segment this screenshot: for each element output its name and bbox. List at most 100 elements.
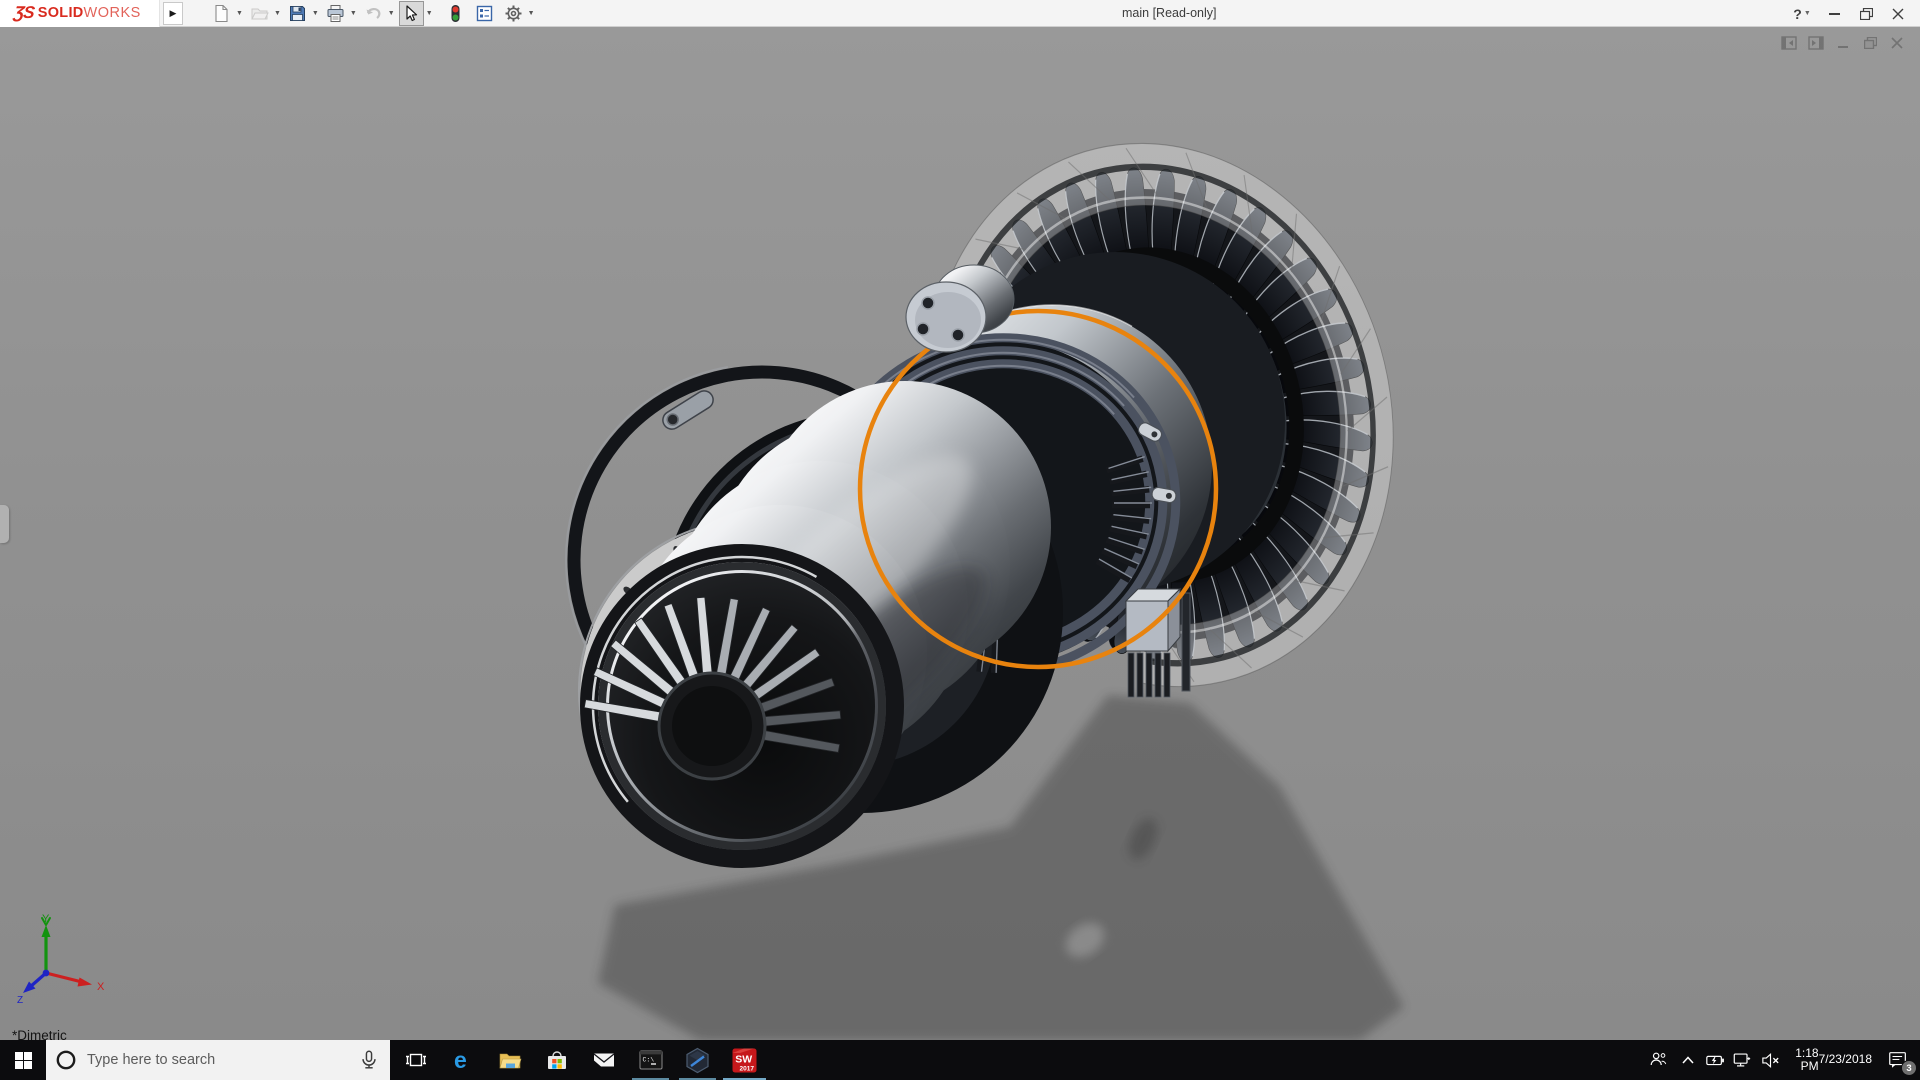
taskbar-apps: e	[392, 1040, 768, 1080]
network-icon	[1732, 1050, 1752, 1070]
edge-browser-icon: e	[450, 1047, 476, 1073]
search-input[interactable]: Type here to search	[46, 1040, 390, 1080]
file-explorer-icon	[497, 1047, 523, 1073]
print-button[interactable]	[323, 1, 348, 26]
mail-envelope-icon	[591, 1047, 617, 1073]
child-minimize-button[interactable]	[1834, 35, 1852, 51]
microsoft-store-icon	[544, 1047, 570, 1073]
battery-icon	[1705, 1050, 1725, 1070]
file-properties-button[interactable]	[472, 1, 497, 26]
task-view-icon	[404, 1048, 428, 1072]
restore-icon	[1860, 8, 1873, 20]
svg-text:C:\: C:\	[642, 1057, 654, 1064]
store-button[interactable]	[533, 1040, 580, 1080]
open-folder-icon	[250, 4, 269, 23]
command-prompt-icon: C:\	[638, 1047, 664, 1073]
network-button[interactable]	[1728, 1040, 1755, 1080]
model-3d-jet-engine[interactable]	[0, 27, 1920, 1040]
solidworks-app-button[interactable]: SW 2017	[721, 1040, 768, 1080]
open-button[interactable]	[247, 1, 272, 26]
pane-left-button[interactable]	[1780, 35, 1798, 51]
open-dropdown-caret[interactable]: ▼	[274, 10, 281, 17]
mail-button[interactable]	[580, 1040, 627, 1080]
chevron-up-icon	[1681, 1055, 1695, 1065]
window-controls: ? ▼	[1786, 0, 1914, 27]
svg-text:2017: 2017	[740, 1065, 755, 1072]
child-window-controls	[1780, 35, 1906, 51]
collapsed-panel-tab[interactable]	[0, 505, 9, 543]
minimize-icon	[1829, 13, 1840, 15]
show-hidden-icons-button[interactable]	[1675, 1040, 1701, 1080]
start-button[interactable]	[0, 1040, 46, 1080]
system-tray: 1:18 PM 7/23/2018 3	[1641, 1040, 1920, 1080]
solidworks-logo: ƷS SOLID WORKS	[0, 0, 160, 27]
select-cursor-icon	[402, 4, 421, 23]
search-placeholder: Type here to search	[87, 1052, 215, 1068]
svg-text:e: e	[454, 1047, 467, 1073]
clock[interactable]: 1:18 PM 7/23/2018	[1786, 1040, 1876, 1080]
new-document-button[interactable]	[209, 1, 234, 26]
help-button[interactable]: ? ▼	[1786, 0, 1818, 27]
minimize-button[interactable]	[1818, 0, 1850, 27]
close-icon	[1892, 8, 1904, 20]
people-icon	[1648, 1050, 1668, 1070]
people-button[interactable]	[1641, 1040, 1675, 1080]
volume-muted-icon	[1760, 1050, 1781, 1071]
rebuild-button[interactable]	[443, 1, 468, 26]
new-document-icon	[212, 4, 231, 23]
save-button[interactable]	[285, 1, 310, 26]
select-tool-button[interactable]	[399, 1, 424, 26]
options-button[interactable]	[501, 1, 526, 26]
print-dropdown-caret[interactable]: ▼	[350, 10, 357, 17]
windows-taskbar: Type here to search e	[0, 1040, 1920, 1080]
options-dropdown-caret[interactable]: ▼	[528, 10, 535, 17]
composer-app-button[interactable]	[674, 1040, 721, 1080]
undo-button[interactable]	[361, 1, 386, 26]
new-dropdown-caret[interactable]: ▼	[236, 10, 243, 17]
pane-right-button[interactable]	[1807, 35, 1825, 51]
undo-arrow-icon	[364, 4, 383, 23]
child-restore-button[interactable]	[1861, 35, 1879, 51]
close-icon	[1891, 37, 1903, 49]
flyout-arrow-icon: ▶	[170, 8, 177, 19]
select-dropdown-caret[interactable]: ▼	[426, 10, 433, 17]
file-explorer-button[interactable]	[486, 1040, 533, 1080]
reference-triad: Y X Z	[16, 913, 112, 1010]
close-button[interactable]	[1882, 0, 1914, 27]
clock-date: 7/23/2018	[1819, 1053, 1872, 1067]
undo-dropdown-caret[interactable]: ▼	[388, 10, 395, 17]
restore-button[interactable]	[1850, 0, 1882, 27]
brand-mark: ƷS	[13, 3, 36, 23]
axis-y-label: Y	[42, 913, 50, 925]
hexagon-app-icon	[684, 1047, 711, 1074]
solidworks-desktop: { "window": { "brand": { "mark": "ƷS", "…	[0, 0, 1920, 1080]
graphics-area[interactable]: Y X Z *Dimetric	[0, 27, 1920, 1040]
solidworks-2017-icon: SW 2017	[731, 1047, 758, 1074]
action-center-button[interactable]: 3	[1876, 1040, 1920, 1080]
help-dropdown-caret: ▼	[1804, 10, 1811, 17]
brand-name-bold: SOLID	[38, 5, 84, 21]
child-close-button[interactable]	[1888, 35, 1906, 51]
save-floppy-icon	[288, 4, 307, 23]
document-title: main [Read-only]	[1122, 6, 1217, 20]
edge-button[interactable]: e	[439, 1040, 486, 1080]
axis-z-label: Z	[17, 995, 23, 1005]
command-prompt-button[interactable]: C:\	[627, 1040, 674, 1080]
menu-flyout-button[interactable]: ▶	[163, 2, 183, 25]
brand-name-light: WORKS	[84, 5, 141, 21]
task-view-button[interactable]	[392, 1040, 439, 1080]
pane-right-icon	[1808, 36, 1824, 50]
options-gear-icon	[504, 4, 523, 23]
battery-button[interactable]	[1701, 1040, 1728, 1080]
help-icon: ?	[1793, 6, 1802, 22]
volume-button[interactable]	[1755, 1040, 1786, 1080]
quick-access-toolbar: ▼ ▼ ▼ ▼	[209, 0, 539, 27]
save-dropdown-caret[interactable]: ▼	[312, 10, 319, 17]
file-properties-icon	[475, 4, 494, 23]
axis-x-label: X	[97, 981, 105, 993]
svg-text:SW: SW	[735, 1053, 752, 1065]
traffic-light-icon	[446, 4, 465, 23]
microphone-icon[interactable]	[358, 1049, 380, 1071]
pane-left-icon	[1781, 36, 1797, 50]
cortana-icon	[55, 1049, 77, 1071]
